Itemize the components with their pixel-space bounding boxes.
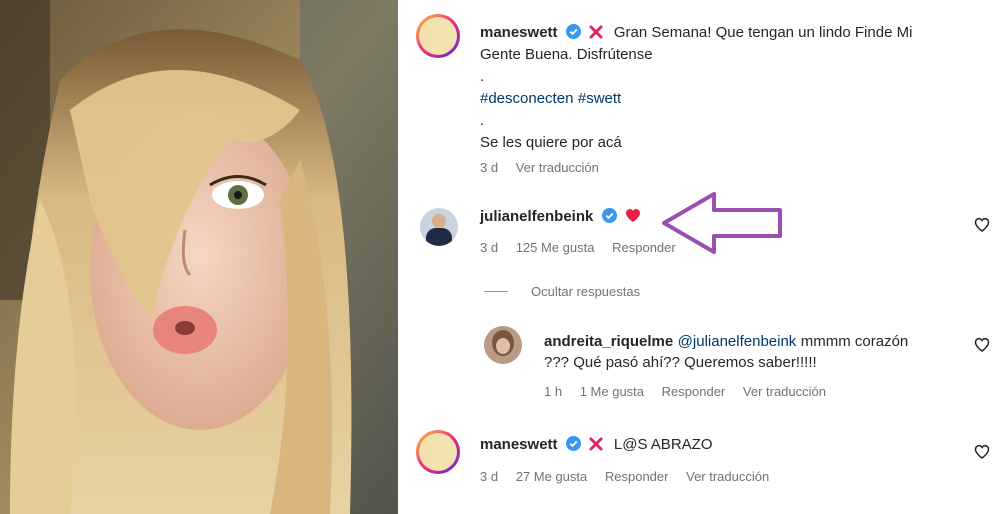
reply1-text1: mmmm corazón — [800, 333, 909, 350]
post-dot1: . — [480, 68, 485, 85]
reply1-mention[interactable]: @julianelfenbeink — [678, 333, 797, 350]
comment2-likes[interactable]: 27 Me gusta — [516, 469, 588, 484]
reply1-reply-button[interactable]: Responder — [662, 384, 726, 399]
comment2-time: 3 d — [480, 469, 499, 484]
like-heart-icon[interactable] — [974, 217, 990, 233]
comment1-username[interactable]: julianelfenbeink — [480, 208, 593, 225]
comment1-time: 3 d — [480, 240, 499, 255]
like-heart-icon[interactable] — [974, 337, 990, 353]
selfie-photo — [0, 0, 398, 514]
verified-icon — [565, 24, 581, 39]
post-dot2: . — [480, 112, 485, 129]
comment2-username[interactable]: maneswett — [480, 436, 558, 453]
reply1-time: 1 h — [544, 384, 563, 399]
comment2-meta: 3 d 27 Me gusta Responder Ver traducción — [480, 469, 783, 484]
reply1-likes[interactable]: 1 Me gusta — [580, 384, 644, 399]
hashtag-swett[interactable]: #swett — [578, 90, 621, 107]
comment2-reply-button[interactable]: Responder — [605, 469, 669, 484]
comment1-reply-button[interactable]: Responder — [612, 240, 676, 255]
post-translate-link[interactable]: Ver traducción — [516, 160, 599, 175]
comment1-likes[interactable]: 125 Me gusta — [516, 240, 595, 255]
julianelfenbeink-avatar[interactable] — [420, 208, 458, 246]
hide-replies-line — [484, 291, 508, 292]
comment2-translate-link[interactable]: Ver traducción — [686, 469, 769, 484]
post-caption-line2: Gente Buena. Disfrútense — [480, 46, 653, 63]
verified-icon — [601, 208, 617, 223]
hashtag-desconecten[interactable]: #desconecten — [480, 90, 573, 107]
maneswett-avatar[interactable] — [416, 430, 460, 474]
post-meta: 3 d Ver traducción — [480, 160, 613, 175]
comment1-meta: 3 d 125 Me gusta Responder — [480, 240, 690, 255]
comment2-text: L@S ABRAZO — [613, 436, 713, 453]
reply1-username[interactable]: andreita_riquelme — [544, 333, 673, 350]
selfie-image — [0, 0, 398, 514]
post-caption-line1: Gran Semana! Que tengan un lindo Finde M… — [613, 24, 913, 41]
like-heart-icon[interactable] — [974, 444, 990, 460]
reply1-translate-link[interactable]: Ver traducción — [743, 384, 826, 399]
heart-icon — [626, 209, 641, 222]
post-time: 3 d — [480, 160, 499, 175]
verified-icon — [565, 436, 581, 451]
post-username[interactable]: maneswett — [480, 24, 558, 41]
red-x-icon — [589, 437, 603, 451]
comments-panel: maneswett Gran Semana! Que tengan un lin… — [398, 0, 1000, 514]
reply1-meta: 1 h 1 Me gusta Responder Ver traducción — [544, 384, 840, 399]
red-x-icon — [589, 25, 603, 39]
post-caption-line3: Se les quiere por acá — [480, 134, 622, 151]
hide-replies-button[interactable]: Ocultar respuestas — [531, 284, 640, 299]
andreita-avatar[interactable] — [484, 326, 522, 364]
reply1-text2: ??? Qué pasó ahí?? Queremos saber!!!!! — [544, 354, 817, 371]
maneswett-avatar[interactable] — [416, 14, 460, 58]
